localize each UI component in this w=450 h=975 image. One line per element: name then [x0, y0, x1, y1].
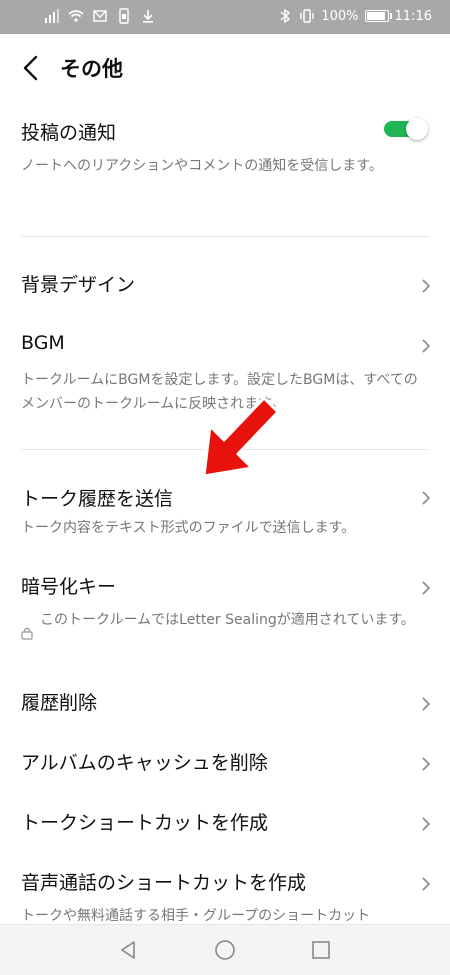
chevron-right-icon — [422, 581, 431, 595]
chevron-right-icon — [422, 491, 431, 505]
nav-home-button[interactable] — [213, 938, 237, 962]
toggle-knob — [406, 118, 428, 140]
square-recents-icon — [312, 941, 330, 959]
row-description: トークや無料通話する相手・グループのショートカット — [21, 908, 371, 924]
divider — [21, 236, 429, 237]
row-title: 背景デザイン — [21, 274, 136, 296]
row-title: 投稿の通知 — [21, 122, 117, 144]
mail-icon — [93, 10, 107, 22]
header: その他 — [0, 34, 450, 102]
battery-icon — [364, 10, 392, 22]
settings-row-background-design[interactable]: 背景デザイン — [0, 256, 450, 312]
nav-recents-button[interactable] — [309, 938, 333, 962]
battery-fill — [366, 12, 385, 20]
settings-row-create-voice-call-shortcut[interactable]: 音声通話のショートカットを作成 トークや無料通話する相手・グループのショートカッ… — [0, 856, 450, 926]
status-left-icons — [44, 8, 156, 24]
chevron-right-icon — [422, 339, 431, 353]
nav-back-button[interactable] — [116, 938, 140, 962]
triangle-back-icon — [121, 941, 135, 959]
chevron-left-icon — [23, 55, 38, 81]
post-notification-toggle[interactable] — [384, 118, 428, 140]
download-icon — [143, 10, 153, 23]
row-title: 暗号化キー — [21, 576, 117, 598]
page-title: その他 — [60, 57, 123, 81]
settings-row-delete-history[interactable]: 履歴削除 — [0, 676, 450, 732]
row-title: 履歴削除 — [21, 692, 98, 714]
settings-row-clear-album-cache[interactable]: アルバムのキャッシュを削除 — [0, 736, 450, 792]
back-button[interactable] — [14, 50, 50, 86]
row-title: 音声通話のショートカットを作成 — [21, 872, 307, 894]
status-bar: 100% 11:16 — [0, 0, 450, 34]
row-description: ノートへのリアクションやコメントの通知を受信します。 — [21, 158, 383, 174]
chevron-right-icon — [422, 279, 431, 293]
chevron-right-icon — [422, 697, 431, 711]
settings-row-send-chat-history[interactable]: トーク履歴を送信 トーク内容をテキスト形式のファイルで送信します。 — [0, 470, 450, 546]
settings-row-create-chat-shortcut[interactable]: トークショートカットを作成 — [0, 796, 450, 852]
chevron-right-icon — [422, 757, 431, 771]
settings-row-post-notification[interactable]: 投稿の通知 ノートへのリアクションやコメントの通知を受信します。 — [0, 104, 450, 232]
red-arrow-annotation — [202, 396, 280, 478]
row-title: トーク履歴を送信 — [21, 488, 174, 510]
sim-icon — [119, 8, 129, 24]
wifi-icon — [68, 10, 84, 22]
chevron-right-icon — [422, 877, 431, 891]
status-right-icons: 100% 11:16 — [277, 8, 432, 24]
circle-home-icon — [215, 940, 235, 960]
bluetooth-icon — [280, 8, 291, 24]
vibrate-icon — [300, 9, 315, 23]
signal-icon — [45, 9, 59, 23]
lock-icon — [21, 627, 33, 640]
arrow-icon — [202, 396, 280, 478]
clock: 11:16 — [394, 8, 432, 24]
system-navigation-bar — [0, 924, 450, 975]
chevron-right-icon — [422, 817, 431, 831]
row-title: BGM — [21, 332, 65, 354]
row-title: トークショートカットを作成 — [21, 812, 269, 834]
battery-percent: 100% — [321, 8, 359, 24]
row-description: このトークルームではLetter Sealingが適用されています。 — [40, 612, 415, 628]
row-description: トーク内容をテキスト形式のファイルで送信します。 — [21, 520, 356, 536]
settings-row-encryption-key[interactable]: 暗号化キー このトークルームではLetter Sealingが適用されています。 — [0, 560, 450, 664]
row-title: アルバムのキャッシュを削除 — [21, 752, 268, 774]
